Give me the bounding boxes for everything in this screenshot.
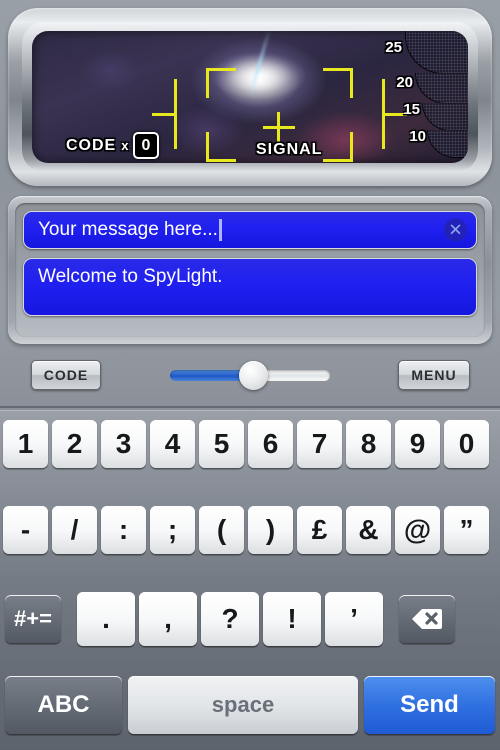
viewfinder-inner-ring: 25 20 15 10 CODE x 0 SIGNAL <box>22 22 478 172</box>
key-question[interactable]: ? <box>201 592 259 646</box>
keyboard-row-punctuation: #+=.,?!’ <box>0 592 500 646</box>
control-bar-divider <box>0 406 500 408</box>
meter-tick-15: 15 <box>403 101 420 118</box>
key-space[interactable]: space <box>128 676 358 734</box>
menu-button[interactable]: MENU <box>398 360 470 390</box>
key-paren-open[interactable]: ( <box>199 506 244 554</box>
key-period[interactable]: . <box>77 592 135 646</box>
code-button[interactable]: CODE <box>31 360 101 390</box>
message-input-value: Your message here... <box>38 219 218 240</box>
meter-tick-20: 20 <box>396 74 413 91</box>
signal-bar-15 <box>422 103 468 131</box>
viewfinder-bezel: 25 20 15 10 CODE x 0 SIGNAL <box>8 8 492 186</box>
code-indicator: CODE x 0 <box>66 132 160 159</box>
key-5[interactable]: 5 <box>199 420 244 468</box>
key-paren-close[interactable]: ) <box>248 506 293 554</box>
received-message-text: Welcome to SpyLight. <box>38 266 223 287</box>
backspace-glyph <box>412 608 442 630</box>
message-input-field[interactable]: Your message here... ✕ <box>23 211 477 249</box>
key-6[interactable]: 6 <box>248 420 293 468</box>
key-pound[interactable]: £ <box>297 506 342 554</box>
key-symbol-toggle[interactable]: #+= <box>5 595 61 643</box>
spylight-app: 25 20 15 10 CODE x 0 SIGNAL Your message… <box>0 0 500 750</box>
device-chrome-panel: 25 20 15 10 CODE x 0 SIGNAL Your message… <box>0 0 500 410</box>
code-label: CODE <box>66 136 117 154</box>
key-quote[interactable]: ” <box>444 506 489 554</box>
keyboard-row-symbols: - /:;() £ & @” <box>0 506 500 554</box>
key-ampersand[interactable]: & <box>346 506 391 554</box>
signal-label: SIGNAL <box>256 141 323 158</box>
signal-bar-20 <box>415 73 468 104</box>
control-bar: CODE MENU <box>0 352 500 408</box>
keyboard-row-bottom: ABC space Send <box>0 676 500 734</box>
clear-text-icon[interactable]: ✕ <box>444 218 467 242</box>
key-4[interactable]: 4 <box>150 420 195 468</box>
code-multiplier-label: x <box>121 138 129 153</box>
key-colon[interactable]: : <box>101 506 146 554</box>
key-comma[interactable]: , <box>139 592 197 646</box>
code-value-badge: 0 <box>133 132 160 159</box>
key-1[interactable]: 1 <box>3 420 48 468</box>
key-send[interactable]: Send <box>364 676 495 734</box>
backspace-icon[interactable] <box>399 595 455 643</box>
meter-tick-10: 10 <box>409 128 426 145</box>
signal-meter: 25 20 15 10 <box>358 31 468 163</box>
brightness-slider[interactable] <box>170 361 330 390</box>
key-apostrophe[interactable]: ’ <box>325 592 383 646</box>
key-3[interactable]: 3 <box>101 420 146 468</box>
signal-bar-10 <box>427 130 468 158</box>
key-exclamation[interactable]: ! <box>263 592 321 646</box>
key-8[interactable]: 8 <box>346 420 391 468</box>
text-caret <box>218 219 222 241</box>
key-0[interactable]: 0 <box>444 420 489 468</box>
viewfinder-screen[interactable]: 25 20 15 10 CODE x 0 SIGNAL <box>32 31 468 163</box>
meter-tick-25: 25 <box>385 39 402 56</box>
key-slash[interactable]: / <box>52 506 97 554</box>
slider-knob[interactable] <box>238 361 268 390</box>
numeric-symbol-keyboard: 1234567890 - /:;() £ & @” #+=.,?!’ ABC space S… <box>0 410 500 750</box>
message-panel: Your message here... ✕ Welcome to SpyLig… <box>8 196 492 344</box>
key-alpha-toggle[interactable]: ABC <box>5 676 122 734</box>
key-at[interactable]: @ <box>395 506 440 554</box>
key-semicolon[interactable]: ; <box>150 506 195 554</box>
key-2[interactable]: 2 <box>52 420 97 468</box>
message-panel-inner: Your message here... ✕ Welcome to SpyLig… <box>15 203 485 337</box>
key-7[interactable]: 7 <box>297 420 342 468</box>
signal-bar-25 <box>405 31 468 74</box>
key-minus[interactable]: - <box>3 506 48 554</box>
received-message-field[interactable]: Welcome to SpyLight. <box>23 258 477 316</box>
key-9[interactable]: 9 <box>395 420 440 468</box>
keyboard-row-numbers: 1234567890 <box>0 420 500 468</box>
